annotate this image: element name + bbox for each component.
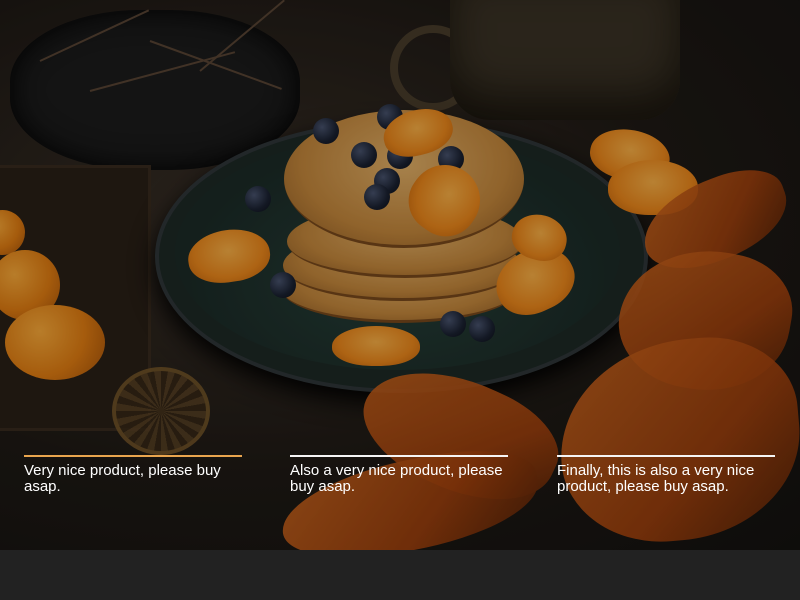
caption-text: Very nice product, please buy asap.	[24, 462, 221, 495]
caption-text: Also a very nice product, please buy asa…	[290, 462, 503, 495]
footer-band	[0, 550, 800, 600]
caption-rule	[24, 455, 242, 457]
caption-rule	[557, 455, 775, 457]
feature-caption-1: Very nice product, please buy asap.	[24, 455, 242, 495]
caption-rule	[290, 455, 508, 457]
feature-caption-2: Also a very nice product, please buy asa…	[290, 455, 508, 495]
feature-caption-3: Finally, this is also a very nice produc…	[557, 455, 775, 495]
caption-text: Finally, this is also a very nice produc…	[557, 462, 755, 495]
